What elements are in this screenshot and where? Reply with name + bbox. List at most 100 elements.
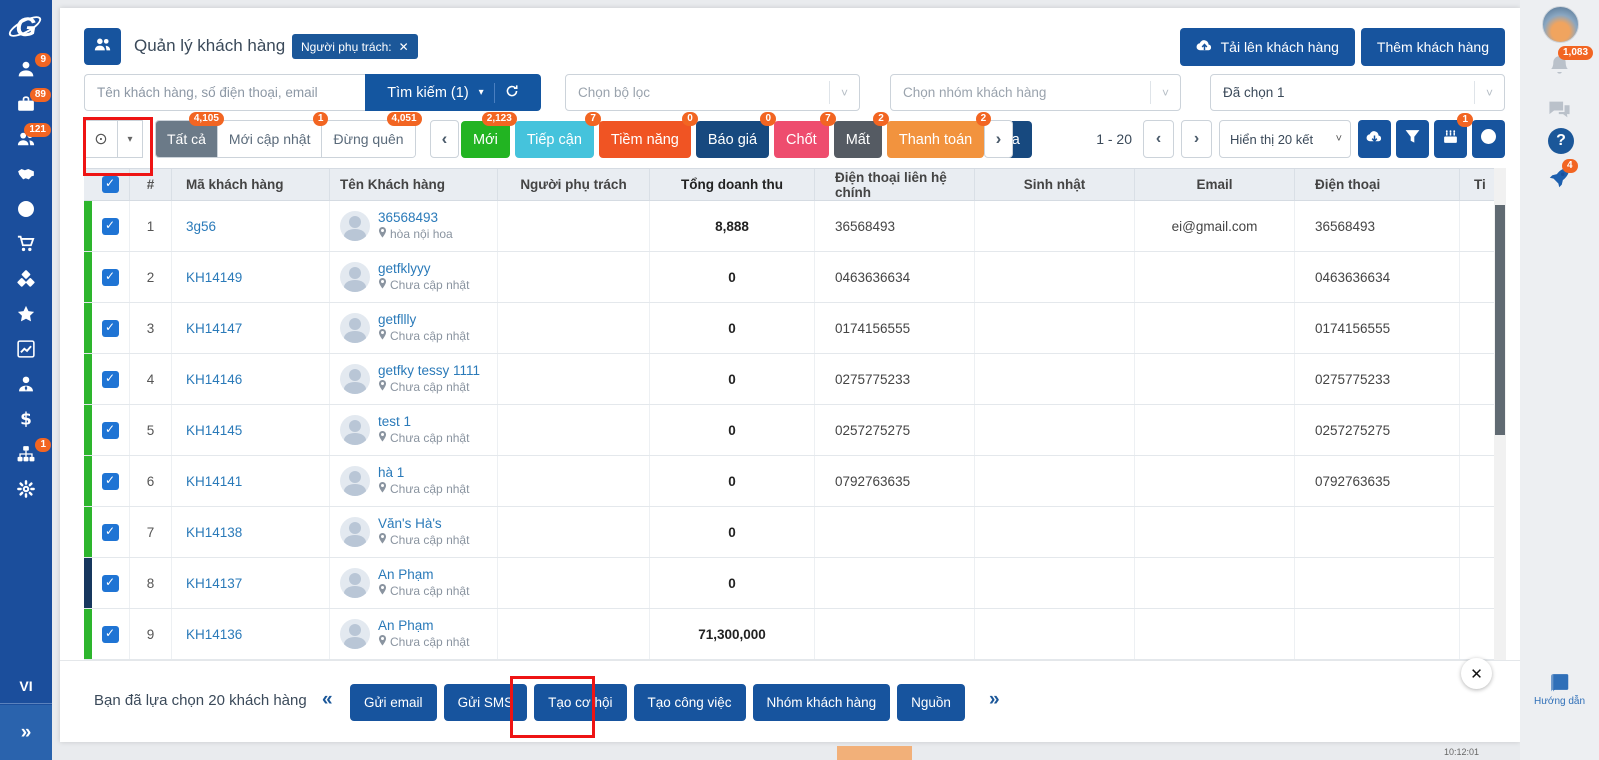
sidebar-item-orders[interactable]: [0, 229, 52, 264]
customer-name-link[interactable]: 36568493: [378, 210, 453, 226]
column-header[interactable]: Email: [1135, 169, 1295, 200]
column-header[interactable]: Mã khách hàng: [172, 169, 330, 200]
customer-name-link[interactable]: Văn's Hà's: [378, 516, 469, 532]
customer-name-link[interactable]: getfky tessy 1111: [378, 363, 480, 379]
sidebar-item-contacts[interactable]: 121: [0, 124, 52, 159]
tab-Báo giá[interactable]: Báo giá0: [696, 121, 769, 158]
sidebar-item-deals[interactable]: [0, 159, 52, 194]
customer-code-link[interactable]: KH14147: [186, 321, 242, 336]
customer-name-link[interactable]: getfllly: [378, 312, 469, 328]
action-button-gửi-email[interactable]: Gửi email: [350, 684, 437, 721]
help-button[interactable]: ?: [1548, 128, 1574, 154]
language-toggle[interactable]: VI: [0, 678, 52, 694]
tab-Mất[interactable]: Mất2: [834, 121, 882, 158]
action-button-nguồn[interactable]: Nguồn: [897, 684, 965, 721]
close-selection-bar-button[interactable]: ✕: [1461, 658, 1492, 689]
customer-code-link[interactable]: KH14145: [186, 423, 242, 438]
tab-Tiềm năng[interactable]: Tiềm năng0: [599, 121, 691, 158]
sidebar-item-products[interactable]: [0, 264, 52, 299]
guide-button[interactable]: Hướng dẫn: [1520, 672, 1599, 707]
action-button-tạo-cơ-hội[interactable]: Tạo cơ hội: [534, 684, 626, 721]
close-icon[interactable]: ✕: [399, 40, 409, 54]
sidebar-item-settings[interactable]: [0, 474, 52, 509]
customer-group-select[interactable]: Chọn nhóm khách hàng ˅: [890, 74, 1181, 111]
customer-name-link[interactable]: An Phạm: [378, 618, 469, 634]
tab-Tất cả[interactable]: Tất cả4,105: [156, 121, 218, 157]
sidebar-item-reports[interactable]: [0, 334, 52, 369]
sidebar-item-favorites[interactable]: [0, 299, 52, 334]
owner-filter-chip[interactable]: Người phụ trách: ✕: [292, 34, 418, 59]
column-header[interactable]: #: [130, 169, 172, 200]
filter-select[interactable]: Chọn bộ lọc ˅: [565, 74, 860, 111]
sidebar-item-targets[interactable]: [0, 194, 52, 229]
column-header[interactable]: Sinh nhật: [975, 169, 1135, 200]
user-avatar[interactable]: [1542, 6, 1579, 43]
app-logo[interactable]: G: [0, 0, 52, 54]
row-checkbox[interactable]: [102, 473, 119, 490]
page-prev-button[interactable]: ‹: [1143, 120, 1174, 158]
row-checkbox[interactable]: [102, 320, 119, 337]
view-mode-caret-button[interactable]: ▾: [118, 120, 143, 158]
tab-Mới cập nhật[interactable]: Mới cập nhật1: [218, 121, 323, 157]
select-all-checkbox[interactable]: [102, 176, 119, 193]
customer-code-link[interactable]: KH14141: [186, 474, 242, 489]
sidebar-item-org[interactable]: 1: [0, 439, 52, 474]
row-checkbox[interactable]: [102, 524, 119, 541]
customer-name-link[interactable]: hà 1: [378, 465, 469, 481]
search-input[interactable]: [84, 74, 365, 111]
action-button-tạo-công-việc[interactable]: Tạo công việc: [634, 684, 746, 721]
sidebar-item-hr[interactable]: [0, 369, 52, 404]
notifications-button[interactable]: 1,083: [1520, 54, 1599, 82]
customers-module-button[interactable]: [84, 28, 121, 65]
row-checkbox[interactable]: [102, 422, 119, 439]
customer-code-link[interactable]: KH14137: [186, 576, 242, 591]
column-header[interactable]: Người phụ trách: [498, 169, 650, 200]
page-next-button[interactable]: ›: [1181, 120, 1212, 158]
filter-button[interactable]: [1396, 120, 1429, 158]
birthday-button[interactable]: 1: [1434, 120, 1467, 158]
tab-Chốt[interactable]: Chốt7: [774, 121, 829, 158]
customer-code-link[interactable]: KH14149: [186, 270, 242, 285]
action-button-gửi-sms[interactable]: Gửi SMS: [444, 684, 528, 721]
column-header[interactable]: Điện thoại: [1295, 169, 1460, 200]
customer-code-link[interactable]: KH14138: [186, 525, 242, 540]
actions-scroll-right-button[interactable]: »: [989, 689, 1000, 711]
sidebar-expand-button[interactable]: »: [0, 705, 52, 760]
row-checkbox[interactable]: [102, 575, 119, 592]
row-checkbox[interactable]: [102, 218, 119, 235]
search-button[interactable]: Tìm kiếm (1) ▾: [365, 74, 541, 111]
scrollbar-thumb[interactable]: [1495, 205, 1505, 435]
actions-scroll-left-button[interactable]: «: [322, 689, 333, 711]
export-button[interactable]: [1358, 120, 1391, 158]
customer-code-link[interactable]: KH14136: [186, 627, 242, 642]
tabs-scroll-left-button[interactable]: ‹: [430, 120, 459, 158]
page-size-select[interactable]: Hiển thị 20 kết ˅: [1219, 120, 1351, 158]
row-checkbox[interactable]: [102, 269, 119, 286]
customer-name-link[interactable]: An Phạm: [378, 567, 469, 583]
table-scrollbar[interactable]: [1494, 168, 1506, 668]
view-mode-button[interactable]: ⊙: [84, 120, 118, 158]
history-button[interactable]: [1472, 120, 1505, 158]
action-button-nhóm-khách-hàng[interactable]: Nhóm khách hàng: [753, 684, 891, 721]
row-checkbox[interactable]: [102, 371, 119, 388]
chosen-select[interactable]: Đã chọn 1 ˅: [1210, 74, 1505, 111]
column-header[interactable]: Điện thoại liên hệ chính: [815, 169, 975, 200]
column-header[interactable]: Tên Khách hàng: [330, 169, 498, 200]
sidebar-item-customers[interactable]: 9: [0, 54, 52, 89]
customer-name-link[interactable]: test 1: [378, 414, 469, 430]
add-customer-button[interactable]: Thêm khách hàng: [1361, 28, 1505, 66]
row-checkbox[interactable]: [102, 626, 119, 643]
column-header[interactable]: Tổng doanh thu: [650, 169, 815, 200]
tabs-scroll-right-button[interactable]: ›: [984, 120, 1013, 158]
whats-new-button[interactable]: 4: [1520, 165, 1599, 194]
tab-Thanh toán[interactable]: Thanh toán2: [887, 121, 984, 158]
customer-code-link[interactable]: KH14146: [186, 372, 242, 387]
upload-customers-button[interactable]: Tải lên khách hàng: [1180, 28, 1355, 66]
sidebar-item-finance[interactable]: $: [0, 404, 52, 439]
customer-name-link[interactable]: getfklyyy: [378, 261, 469, 277]
sidebar-item-work[interactable]: 89: [0, 89, 52, 124]
tab-Đừng quên[interactable]: Đừng quên4,051: [322, 121, 414, 157]
tab-Tiếp cận[interactable]: Tiếp cận7: [515, 121, 594, 158]
chat-button[interactable]: [1520, 98, 1599, 126]
customer-code-link[interactable]: 3g56: [186, 219, 216, 234]
